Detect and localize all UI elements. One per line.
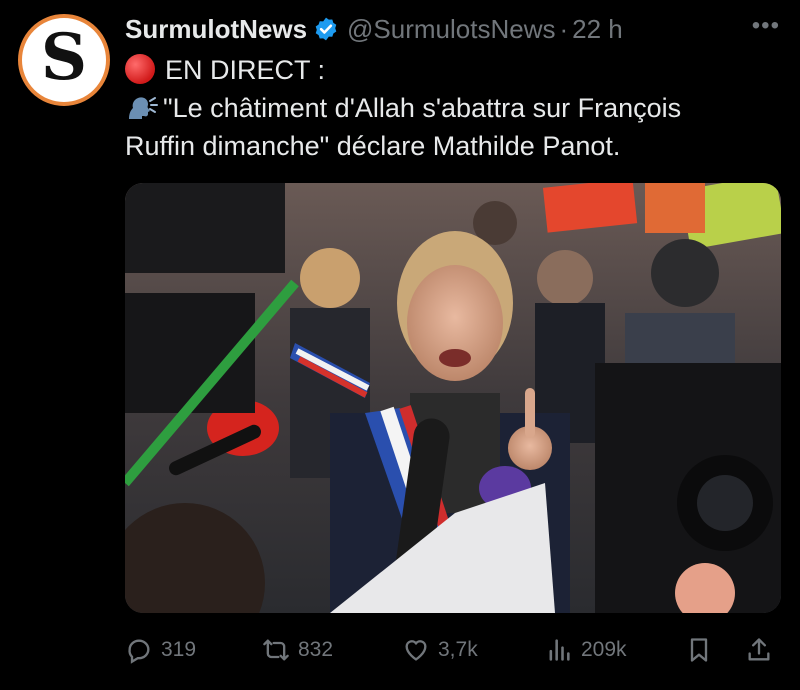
tweet-line-1: EN DIRECT :: [125, 52, 780, 88]
bookmark-icon: [690, 638, 708, 662]
bookmark-button[interactable]: [685, 636, 721, 664]
timestamp[interactable]: 22 h: [572, 14, 623, 45]
views-count: 209k: [581, 638, 627, 661]
display-name[interactable]: SurmulotNews: [125, 14, 307, 45]
photo-illustration: [125, 183, 781, 613]
avatar[interactable]: S: [18, 14, 110, 106]
tweet-photo[interactable]: [125, 183, 781, 613]
repost-count: 832: [298, 638, 334, 661]
tweet-line-2: "Le châtiment d'Allah s'abattra sur Fran…: [125, 90, 780, 126]
views-button[interactable]: 209k: [545, 636, 627, 664]
red-circle-icon: [125, 54, 155, 84]
tweet-header: SurmulotNews @SurmulotsNews · 22 h •••: [125, 12, 780, 46]
reply-count: 319: [161, 638, 197, 661]
like-count: 3,7k: [438, 638, 478, 661]
tweet-text-line-3: Ruffin dimanche" déclare Mathilde Panot.: [125, 131, 621, 161]
views-chart-icon: [549, 639, 570, 661]
repost-button[interactable]: 832: [262, 636, 333, 664]
avatar-letter: S: [40, 20, 88, 95]
heart-icon: [405, 640, 427, 661]
action-bar: 319 832 3,7k 209k: [125, 628, 780, 672]
tweet-text-line-2: "Le châtiment d'Allah s'abattra sur Fran…: [163, 93, 682, 123]
tweet-text-line-1: EN DIRECT :: [165, 55, 326, 85]
tweet-line-3: Ruffin dimanche" déclare Mathilde Panot.: [125, 128, 780, 164]
share-button[interactable]: [745, 636, 781, 664]
verified-badge-icon: [313, 16, 339, 42]
handle[interactable]: @SurmulotsNews: [347, 14, 555, 45]
speaking-head-icon: [125, 93, 159, 123]
reply-button[interactable]: 319: [125, 636, 196, 664]
reply-icon: [128, 639, 150, 664]
like-button[interactable]: 3,7k: [402, 636, 478, 664]
more-options-icon[interactable]: •••: [752, 12, 780, 40]
separator-dot: ·: [559, 13, 569, 44]
repost-icon: [263, 639, 289, 661]
share-icon: [748, 638, 770, 661]
